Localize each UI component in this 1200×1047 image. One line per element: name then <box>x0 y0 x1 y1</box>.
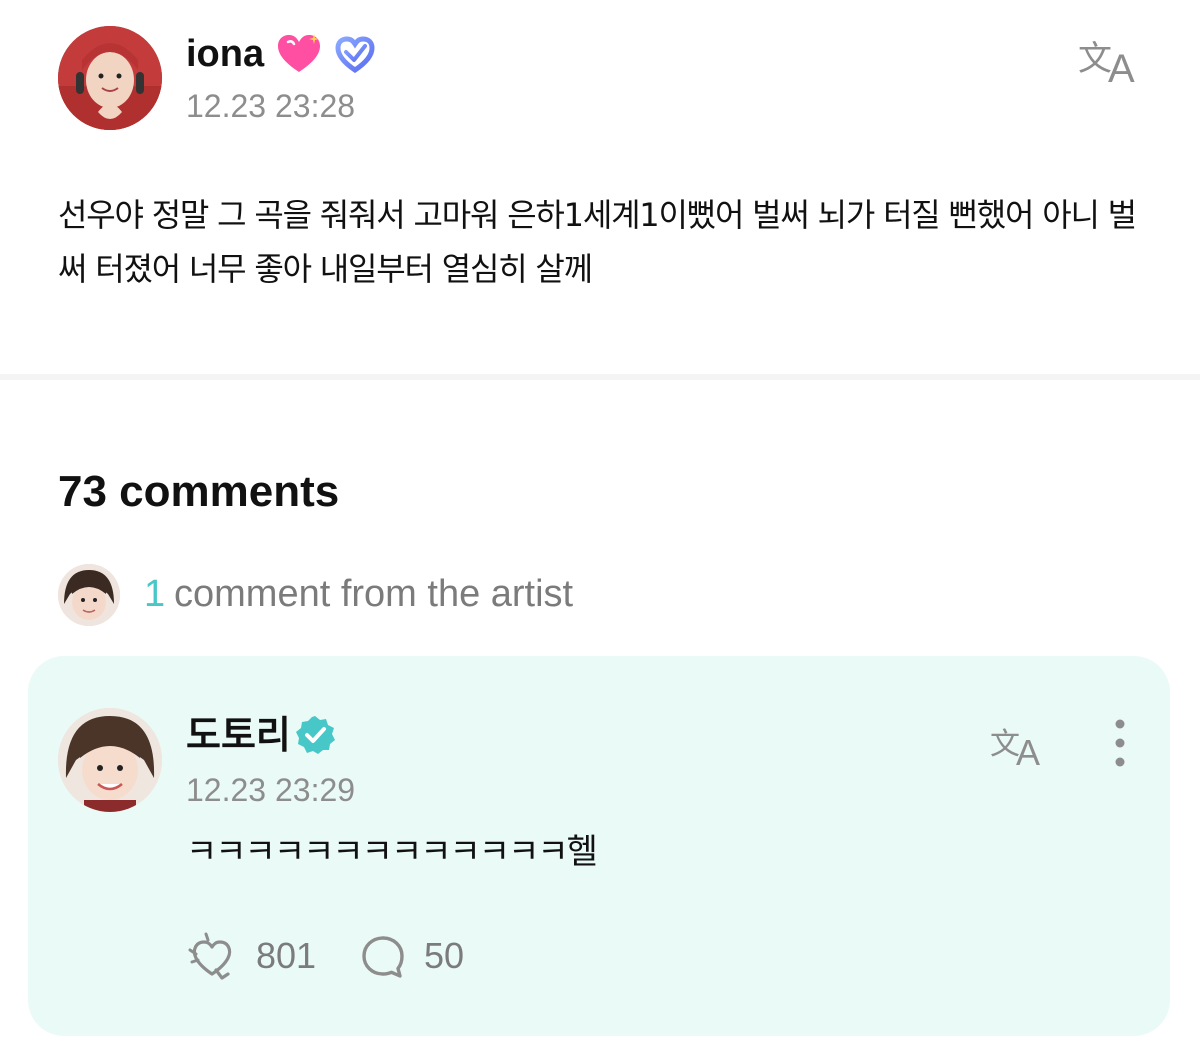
svg-text:文: 文 <box>1078 39 1112 79</box>
reply-count: 50 <box>424 935 465 976</box>
comment-translate-icon[interactable]: 文 A <box>990 722 1052 773</box>
like-icon <box>186 930 238 982</box>
fan-membership-badge-icon <box>334 34 376 74</box>
like-count: 801 <box>256 935 317 976</box>
post-header: iona 12.23 23:28 文 A <box>58 26 1148 130</box>
author-name[interactable]: iona <box>186 32 264 76</box>
artist-avatar <box>58 564 120 626</box>
verified-badge-icon <box>294 714 336 756</box>
author-avatar[interactable] <box>58 26 162 130</box>
reply-bubble-icon <box>360 934 406 980</box>
translate-icon[interactable]: 文 A <box>1078 34 1146 91</box>
post-timestamp: 12.23 23:28 <box>186 88 356 124</box>
like-button[interactable]: 801 <box>186 926 336 986</box>
section-divider <box>0 374 1200 380</box>
sparkling-heart-icon <box>276 32 322 76</box>
artist-comment-card: 도토리 12.23 23:29 文 A ㅋㅋㅋㅋㅋㅋㅋㅋㅋㅋㅋㅋㅋ헬 801 5… <box>28 656 1170 1036</box>
post-body: 선우야 정말 그 곡을 줘줘서 고마워 은하1세계1이뻤어 벌써 뇌가 터질 뻔… <box>58 196 1137 288</box>
comment-author-name[interactable]: 도토리 <box>186 712 291 758</box>
artist-comments-summary[interactable]: 1 comment from the artist <box>58 562 758 626</box>
comment-actions: 801 50 <box>186 926 786 986</box>
comments-count: 73 comments <box>58 467 340 516</box>
reply-button[interactable]: 50 <box>360 926 490 986</box>
more-vertical-icon[interactable] <box>1108 718 1132 768</box>
comment-body: ㅋㅋㅋㅋㅋㅋㅋㅋㅋㅋㅋㅋㅋ헬 <box>186 832 598 872</box>
artist-comment-label: comment from the artist <box>174 573 574 615</box>
artist-comment-count: 1 <box>144 573 166 615</box>
svg-text:A: A <box>1108 47 1135 86</box>
comment-timestamp: 12.23 23:29 <box>186 772 356 808</box>
svg-text:A: A <box>1016 732 1040 768</box>
comment-author-avatar[interactable] <box>58 708 162 812</box>
